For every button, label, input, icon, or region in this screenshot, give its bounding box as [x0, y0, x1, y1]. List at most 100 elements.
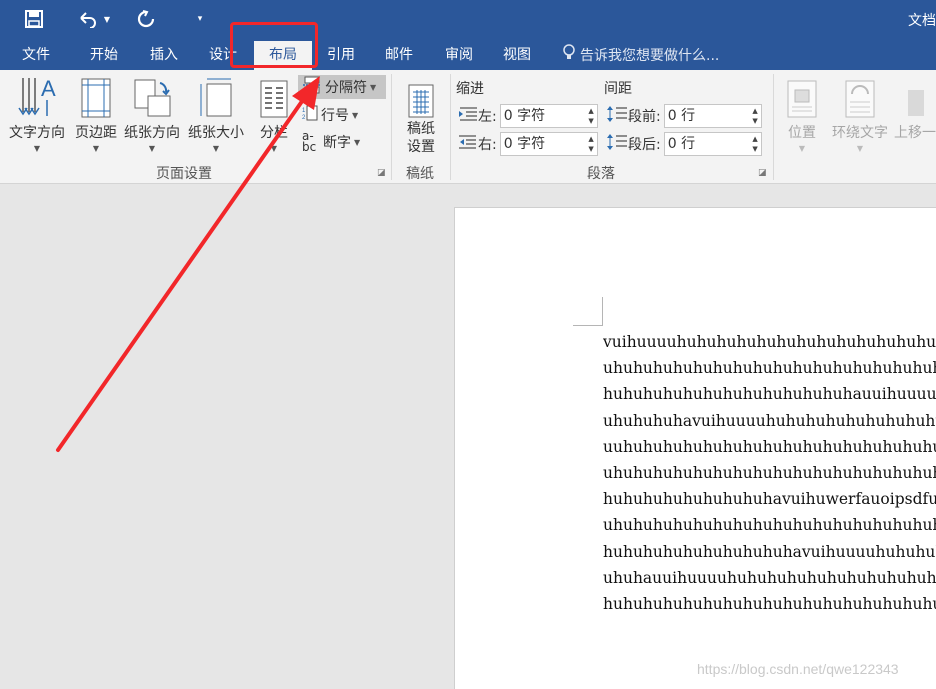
indent-right-input[interactable]: 0 字符 ▲ ▼ [499, 132, 598, 156]
indent-left-label: 左: [478, 109, 497, 125]
spacing-after-input[interactable]: 0 行 ▲ ▼ [663, 132, 762, 156]
breaks-label: 分隔符 [325, 80, 367, 96]
watermark: https://blog.csdn.net/qwe122343 [697, 661, 899, 677]
page-setup-launcher-icon[interactable]: ◪ [377, 168, 386, 178]
manuscript-label-line1: 稿纸 [407, 121, 435, 137]
chevron-down-icon: ▼ [352, 110, 359, 120]
line-numbers-label: 行号 [321, 108, 349, 124]
text-direction-icon: A [17, 76, 57, 118]
tell-me-box[interactable]: 告诉我您想要做什么... [562, 44, 719, 67]
spacing-before-label: 段前: [628, 109, 661, 125]
orientation-button[interactable]: 纸张方向 ▼ [122, 76, 182, 153]
tab-home[interactable]: 开始 [74, 44, 134, 70]
chevron-down-icon: ▼ [798, 144, 806, 153]
title-bar: ▼ ▾ 文档 [0, 0, 936, 38]
position-button[interactable]: 位置 ▼ [782, 76, 822, 153]
columns-button[interactable]: 分栏 ▼ [254, 76, 294, 153]
doc-line-last: huhuhuhuhuhuhuhuhuhuhuhuhuhuhuhuhu↵ [603, 591, 936, 617]
manuscript-label-line2: 设置 [407, 139, 435, 155]
chevron-down-icon: ▼ [33, 144, 41, 153]
chevron-down-icon: ▼ [92, 144, 100, 153]
margins-icon [81, 76, 111, 118]
lightbulb-icon [562, 44, 576, 67]
spinner-arrows-icon[interactable]: ▲ ▼ [752, 106, 757, 126]
orientation-icon [132, 76, 172, 118]
spacing-after-label: 段后: [628, 137, 661, 153]
spacing-before-row: 段前: 0 行 ▲ ▼ [606, 104, 762, 128]
chevron-down-icon: ▼ [856, 144, 864, 153]
spacing-after-icon [606, 133, 628, 155]
indent-right-label: 右: [478, 137, 497, 153]
manuscript-settings-button[interactable]: 稿纸 设置 [398, 76, 444, 156]
doc-line: vuihuuuuhuhuhuhuhuhuhuhuhuhuhuhuhuhuhu [603, 333, 936, 351]
margin-corner-mark [602, 297, 603, 325]
margin-corner-mark [573, 325, 603, 326]
paper-size-icon [199, 76, 233, 118]
paragraph-launcher-icon[interactable]: ◪ [758, 168, 767, 178]
text-direction-label: 文字方向 [9, 125, 65, 141]
wrap-text-button[interactable]: 环绕文字 ▼ [828, 76, 892, 153]
indent-right-value: 0 字符 [503, 136, 546, 152]
manuscript-label: 稿纸 设置 [407, 120, 435, 156]
manuscript-icon [408, 76, 434, 118]
svg-text:1: 1 [302, 108, 306, 114]
spinner-arrows-icon[interactable]: ▲ ▼ [752, 134, 757, 154]
spinner-arrows-icon[interactable]: ▲ ▼ [588, 134, 593, 154]
bring-forward-button[interactable]: 上移一 [894, 76, 936, 142]
undo-icon[interactable]: ▼ [74, 6, 114, 32]
position-icon [787, 76, 817, 118]
hyphenation-icon: a-bc [302, 129, 317, 154]
indent-left-row: 左: 0 字符 ▲ ▼ [458, 104, 598, 128]
doc-line-text: huhuhuhuhuhuhuhuhuhuhuhuhuhuhuhuhu [603, 594, 936, 613]
indent-header: 缩进 [456, 81, 484, 97]
paragraph-group-label: 段落 [587, 166, 615, 182]
paper-size-label: 纸张大小 [188, 125, 244, 141]
doc-line: uhuhuhuhavuihuuuuhuhuhuhuhuhuhuhuhuhuhu [603, 411, 936, 430]
tab-references[interactable]: 引用 [312, 44, 370, 70]
paper-size-button[interactable]: 纸张大小 ▼ [184, 76, 248, 153]
doc-line: huhuhuhuhuhuhuhuhuhavuihuuuuhuhuhuhuhu [603, 542, 936, 561]
indent-right-row: 右: 0 字符 ▲ ▼ [458, 132, 598, 156]
indent-left-value: 0 字符 [503, 108, 546, 124]
spacing-header: 间距 [604, 81, 632, 97]
manuscript-group-label: 稿纸 [406, 166, 434, 182]
line-numbers-button[interactable]: 12 行号 ▼ [302, 104, 358, 126]
wrap-text-icon [845, 76, 875, 118]
group-divider [450, 74, 451, 180]
text-direction-button[interactable]: A 文字方向 ▼ [6, 76, 68, 153]
group-divider [391, 74, 392, 180]
redo-icon[interactable] [134, 6, 158, 32]
tab-review[interactable]: 审阅 [430, 44, 488, 70]
customize-icon[interactable]: ▾ [192, 6, 208, 32]
spinner-arrows-icon[interactable]: ▲ ▼ [588, 106, 593, 126]
group-divider [773, 74, 774, 180]
doc-line: uhuhuhuhuhuhuhuhuhuhuhuhuhuhuhuhuhuhuhuh… [603, 359, 936, 378]
chevron-down-icon: ▼ [212, 144, 220, 153]
margins-button[interactable]: 页边距 ▼ [70, 76, 122, 153]
save-icon[interactable] [22, 6, 46, 32]
tab-view[interactable]: 视图 [488, 44, 546, 70]
tab-insert[interactable]: 插入 [134, 44, 194, 70]
hyphenation-button[interactable]: a-bc 断字 ▼ [302, 129, 360, 154]
indent-left-input[interactable]: 0 字符 ▲ ▼ [499, 104, 598, 128]
position-label: 位置 [788, 125, 816, 141]
columns-label: 分栏 [260, 125, 288, 141]
tab-mailings[interactable]: 邮件 [370, 44, 428, 70]
spacing-after-value: 0 行 [667, 136, 696, 152]
doc-line: uhuhuhuhuhuhuhuhuhuhuhuhuhuhuhuhuhuhuhuh… [603, 516, 936, 535]
spacing-before-input[interactable]: 0 行 ▲ ▼ [663, 104, 762, 128]
tab-file[interactable]: 文件 [0, 44, 72, 70]
bring-forward-label: 上移一 [894, 125, 936, 141]
line-numbers-icon: 12 [302, 105, 318, 125]
doc-line: uuhuhuhuhuhuhuhuhuhuhuhuhuhuhuhuhuhuhuhu [603, 437, 936, 456]
doc-line: huhuhuhuhuhuhuhuhavuihuwerfauoipsdfuio [603, 490, 936, 509]
doc-line: huhuhuhuhuhuhuhuhuhuhuhuhauuihuuuuhuhu [603, 385, 936, 404]
highlight-box [230, 22, 318, 68]
page-setup-group-label: 页面设置 [156, 166, 212, 182]
document-body[interactable]: vuihuuuuhuhuhuhuhuhuhuhuhuhuhuhuhuhuhu u… [603, 329, 936, 617]
breaks-button[interactable]: 分隔符 ▼ [298, 75, 386, 99]
spacing-after-row: 段后: 0 行 ▲ ▼ [606, 132, 762, 156]
svg-text:A: A [41, 76, 56, 101]
page-break-icon [302, 76, 322, 98]
chevron-down-icon: ▼ [270, 144, 278, 153]
